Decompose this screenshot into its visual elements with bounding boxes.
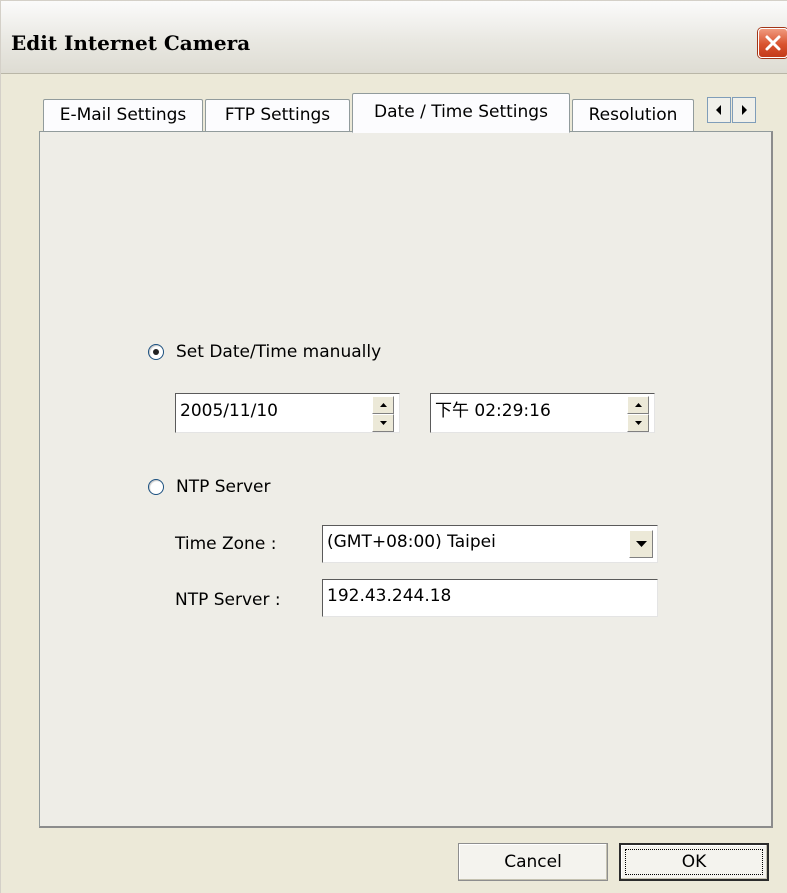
tab-resolution[interactable]: Resolution xyxy=(572,99,694,132)
cancel-button-label: Cancel xyxy=(504,852,562,872)
time-spin-up-button[interactable] xyxy=(627,396,649,414)
tab-scroll-right-button[interactable] xyxy=(732,97,756,123)
time-field[interactable]: 下午 02:29:16 xyxy=(430,393,655,433)
manual-radio-button[interactable] xyxy=(148,344,164,360)
tab-ftp-settings[interactable]: FTP Settings xyxy=(205,99,350,132)
time-zone-value: (GMT+08:00) Taipei xyxy=(327,532,496,552)
manual-date-time-option[interactable]: Set Date/Time manually xyxy=(148,342,381,362)
ntp-server-option[interactable]: NTP Server xyxy=(148,477,271,497)
ntp-server-value: 192.43.244.18 xyxy=(327,586,452,606)
time-value: 下午 02:29:16 xyxy=(435,401,551,421)
window-title: Edit Internet Camera xyxy=(11,31,251,55)
tab-label: FTP Settings xyxy=(224,105,331,125)
time-zone-label: Time Zone : xyxy=(175,534,277,554)
tab-date-time-settings[interactable]: Date / Time Settings xyxy=(352,93,570,133)
date-spinner[interactable] xyxy=(372,396,394,432)
date-spin-down-button[interactable] xyxy=(372,414,394,432)
ntp-server-field[interactable]: 192.43.244.18 xyxy=(322,579,658,617)
manual-radio-label: Set Date/Time manually xyxy=(176,342,382,362)
ntp-radio-label: NTP Server xyxy=(176,477,271,497)
chevron-down-icon xyxy=(635,541,647,547)
tab-label: Resolution xyxy=(588,105,678,125)
ntp-radio-button[interactable] xyxy=(148,479,164,495)
arrow-right-icon xyxy=(742,105,747,115)
close-button[interactable] xyxy=(758,28,787,58)
title-bar[interactable]: Edit Internet Camera xyxy=(1,1,787,74)
arrow-up-icon xyxy=(379,403,387,407)
time-zone-select[interactable]: (GMT+08:00) Taipei xyxy=(322,525,658,563)
date-field[interactable]: 2005/11/10 xyxy=(175,393,400,433)
cancel-button[interactable]: Cancel xyxy=(458,843,608,881)
ntp-server-label: NTP Server : xyxy=(175,590,281,610)
arrow-left-icon xyxy=(716,105,721,115)
arrow-down-icon xyxy=(379,421,387,425)
arrow-up-icon xyxy=(634,403,642,407)
tab-scroll-left-button[interactable] xyxy=(707,97,731,123)
time-spin-down-button[interactable] xyxy=(627,414,649,432)
radio-selected-dot xyxy=(153,349,159,355)
arrow-down-icon xyxy=(634,421,642,425)
close-icon xyxy=(765,35,781,51)
tab-email-settings[interactable]: E-Mail Settings xyxy=(43,99,203,132)
ok-button[interactable]: OK xyxy=(619,843,769,881)
date-spin-up-button[interactable] xyxy=(372,396,394,414)
date-value: 2005/11/10 xyxy=(180,401,278,421)
time-zone-dropdown-button[interactable] xyxy=(629,530,653,558)
edit-internet-camera-dialog: Edit Internet Camera E-Mail Settings FTP… xyxy=(0,0,787,893)
tab-label: Date / Time Settings xyxy=(374,102,548,122)
time-spinner[interactable] xyxy=(627,396,649,432)
focus-rectangle xyxy=(625,849,763,875)
tab-label: E-Mail Settings xyxy=(59,105,187,125)
